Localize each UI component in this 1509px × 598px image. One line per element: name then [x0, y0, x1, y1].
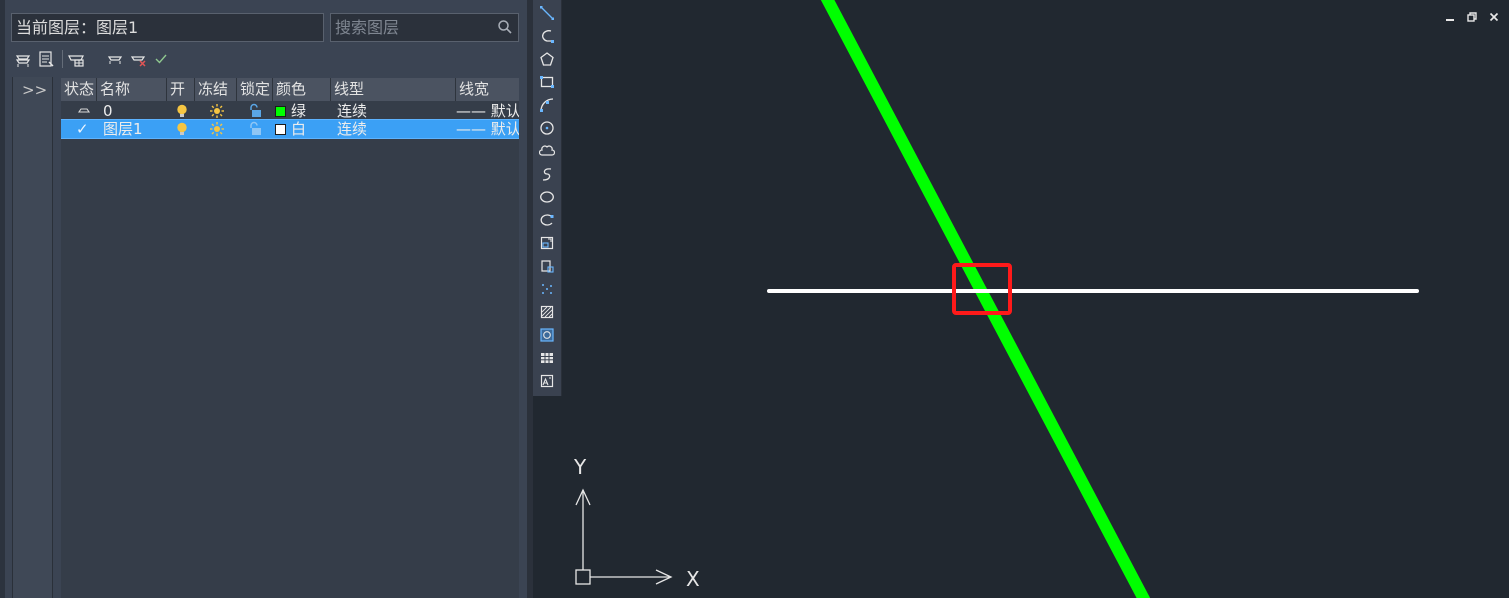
- table-icon[interactable]: [538, 349, 556, 367]
- sun-thawed-icon[interactable]: [209, 103, 225, 119]
- drawing-canvas[interactable]: Y X: [562, 0, 1509, 598]
- ellipse-icon[interactable]: [538, 188, 556, 206]
- color-swatch[interactable]: [275, 124, 286, 135]
- ucs-icon: Y X: [573, 455, 700, 591]
- layer-properties-icon[interactable]: [36, 49, 56, 69]
- delete-layer-icon[interactable]: [128, 49, 148, 69]
- color-name[interactable]: 绿: [291, 102, 306, 120]
- y-axis-label: Y: [573, 455, 587, 479]
- column-header-on[interactable]: 开: [167, 78, 195, 101]
- layer-name[interactable]: 0: [103, 102, 113, 120]
- layer-row-selected[interactable]: ✓ 图层1 白 连续 —— 默认: [61, 119, 519, 139]
- layer-table: 状态 名称 开 冻结 锁定 颜色 线型 线宽 0 绿 连续 —— 默认 ✓ 图层…: [61, 78, 519, 598]
- table-header: 状态 名称 开 冻结 锁定 颜色 线型 线宽: [61, 78, 519, 101]
- lightbulb-on-icon[interactable]: [174, 121, 190, 137]
- layer-status-icon: [76, 103, 92, 119]
- sun-thawed-icon[interactable]: [209, 121, 225, 137]
- color-name[interactable]: 白: [291, 120, 306, 138]
- ucs-origin-box: [575, 569, 591, 585]
- restore-icon[interactable]: [1465, 10, 1479, 24]
- circle-icon[interactable]: [538, 119, 556, 137]
- mtext-icon[interactable]: [538, 372, 556, 390]
- line-icon[interactable]: [538, 4, 556, 22]
- draw-toolbar: [533, 0, 562, 396]
- insert-block-icon[interactable]: [538, 234, 556, 252]
- lineweight-value[interactable]: —— 默认: [456, 120, 519, 138]
- layer-search-input[interactable]: [335, 16, 495, 39]
- hatch-icon[interactable]: [538, 303, 556, 321]
- minimize-icon[interactable]: [1443, 10, 1457, 24]
- search-icon[interactable]: [497, 19, 513, 35]
- lineweight-value[interactable]: —— 默认: [456, 102, 519, 120]
- unlock-icon[interactable]: [247, 103, 263, 119]
- column-header-locked[interactable]: 锁定: [237, 78, 273, 101]
- column-header-linetype[interactable]: 线型: [331, 78, 456, 101]
- column-header-frozen[interactable]: 冻结: [195, 78, 237, 101]
- arc-icon[interactable]: [538, 96, 556, 114]
- linetype-name[interactable]: 连续: [337, 102, 367, 120]
- revision-cloud-icon[interactable]: [538, 142, 556, 160]
- unlock-icon[interactable]: [247, 121, 263, 137]
- layer-name[interactable]: 图层1: [103, 120, 143, 138]
- layer-prev-icon[interactable]: [105, 49, 125, 69]
- x-axis-label: X: [686, 567, 700, 591]
- layer-search-box[interactable]: [330, 13, 519, 42]
- ellipse-arc-icon[interactable]: [538, 211, 556, 229]
- current-layer-display: 当前图层：图层1: [11, 13, 324, 42]
- toolbar-separator: [62, 50, 63, 68]
- column-header-color[interactable]: 颜色: [273, 78, 331, 101]
- column-header-status[interactable]: 状态: [61, 78, 97, 101]
- rectangle-icon[interactable]: [538, 73, 556, 91]
- column-header-lineweight[interactable]: 线宽: [456, 78, 519, 101]
- linetype-name[interactable]: 连续: [337, 120, 367, 138]
- layer-states-icon[interactable]: [66, 49, 86, 69]
- spline-icon[interactable]: [538, 165, 556, 183]
- point-icon[interactable]: [538, 280, 556, 298]
- current-layer-checkmark: ✓: [76, 120, 89, 138]
- cad-application: 当前图层：图层1 >>: [0, 0, 1509, 598]
- green-line[interactable]: [820, 0, 1151, 598]
- layer-row[interactable]: 0 绿 连续 —— 默认: [61, 102, 519, 120]
- layer-manager-panel: 当前图层：图层1 >>: [0, 0, 527, 598]
- set-current-icon[interactable]: [151, 49, 171, 69]
- polygon-icon[interactable]: [538, 50, 556, 68]
- close-icon[interactable]: [1487, 10, 1501, 24]
- lightbulb-on-icon[interactable]: [174, 103, 190, 119]
- region-icon[interactable]: [538, 326, 556, 344]
- panel-expander[interactable]: >>: [12, 77, 53, 598]
- canvas-drawing: Y X: [573, 0, 1419, 598]
- polyline-icon[interactable]: [538, 27, 556, 45]
- expand-toggle[interactable]: >>: [22, 81, 47, 99]
- make-block-icon[interactable]: [538, 257, 556, 275]
- column-header-name[interactable]: 名称: [97, 78, 167, 101]
- color-swatch[interactable]: [275, 106, 286, 117]
- new-layer-icon[interactable]: [13, 49, 33, 69]
- panel-edge: [0, 0, 5, 598]
